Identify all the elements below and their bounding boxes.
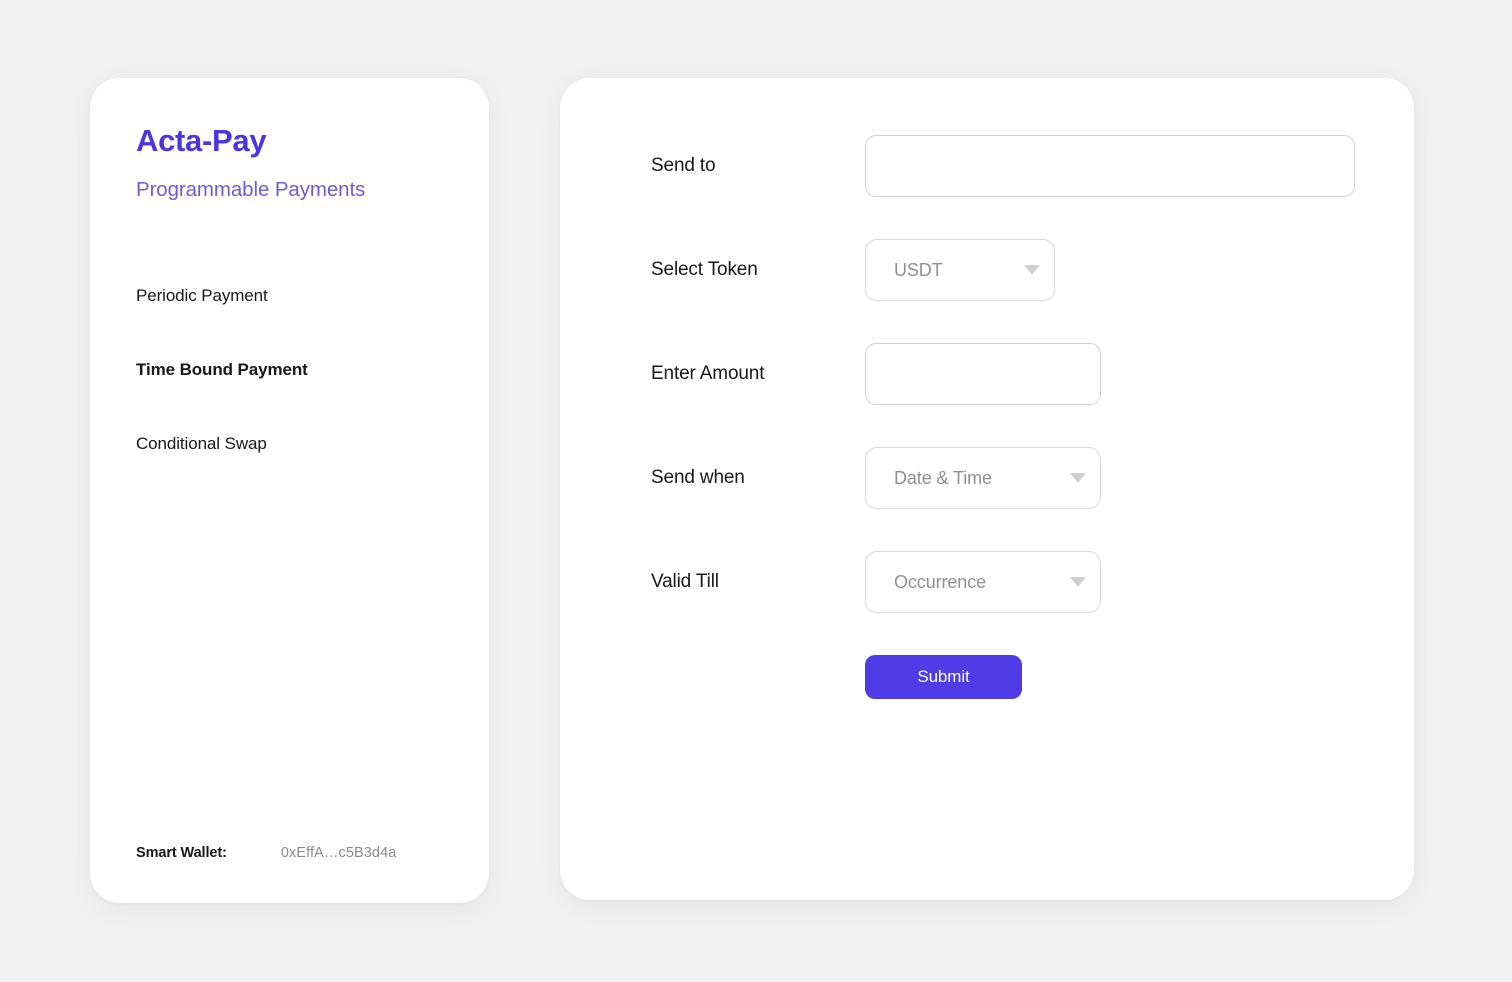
sidebar-item-time-bound-payment[interactable]: Time Bound Payment <box>136 360 308 380</box>
field-row-select-token: Select Token USDT <box>651 239 1351 343</box>
submit-button[interactable]: Submit <box>865 655 1022 699</box>
sidebar-card: Acta-Pay Programmable Payments Periodic … <box>90 78 489 903</box>
sidebar-item-periodic-payment[interactable]: Periodic Payment <box>136 286 268 306</box>
control-select-token: USDT <box>865 239 1055 301</box>
brand-subtitle: Programmable Payments <box>136 178 366 201</box>
select-token-dropdown[interactable]: USDT <box>865 239 1055 301</box>
field-row-send-when: Send when Date & Time <box>651 447 1351 551</box>
smart-wallet-label: Smart Wallet: <box>136 845 227 861</box>
chevron-down-icon <box>1024 265 1040 275</box>
form-card: Send to Select Token USDT Enter Amount S… <box>560 78 1414 900</box>
control-enter-amount <box>865 343 1101 405</box>
label-send-to: Send to <box>651 155 716 176</box>
label-valid-till: Valid Till <box>651 571 719 592</box>
label-enter-amount: Enter Amount <box>651 363 765 384</box>
amount-input[interactable] <box>865 343 1101 405</box>
page-title: Acta-Pay <box>136 123 267 158</box>
chevron-down-icon <box>1070 473 1086 483</box>
send-to-input[interactable] <box>865 135 1355 197</box>
field-row-send-to: Send to <box>651 135 1355 239</box>
chevron-down-icon <box>1070 577 1086 587</box>
sidebar-nav: Periodic Payment Time Bound Payment Cond… <box>136 286 436 508</box>
sidebar-item-conditional-swap[interactable]: Conditional Swap <box>136 434 267 454</box>
smart-wallet-address[interactable]: 0xEffA…c5B3d4a <box>281 845 397 861</box>
field-row-enter-amount: Enter Amount <box>651 343 1351 447</box>
app-root: Acta-Pay Programmable Payments Periodic … <box>0 0 1512 982</box>
smart-wallet: Smart Wallet: 0xEffA…c5B3d4a <box>136 845 396 861</box>
send-when-value: Date & Time <box>894 467 992 488</box>
label-send-when: Send when <box>651 467 745 488</box>
send-when-dropdown[interactable]: Date & Time <box>865 447 1101 509</box>
payment-form: Send to Select Token USDT Enter Amount S… <box>651 135 1355 725</box>
control-valid-till: Occurrence <box>865 551 1101 613</box>
label-select-token: Select Token <box>651 259 758 280</box>
control-send-to <box>865 135 1355 197</box>
valid-till-value: Occurrence <box>894 571 987 592</box>
field-row-valid-till: Valid Till Occurrence <box>651 551 1351 655</box>
submit-row: Submit <box>651 655 1351 725</box>
control-send-when: Date & Time <box>865 447 1101 509</box>
valid-till-dropdown[interactable]: Occurrence <box>865 551 1101 613</box>
select-token-value: USDT <box>894 259 943 280</box>
